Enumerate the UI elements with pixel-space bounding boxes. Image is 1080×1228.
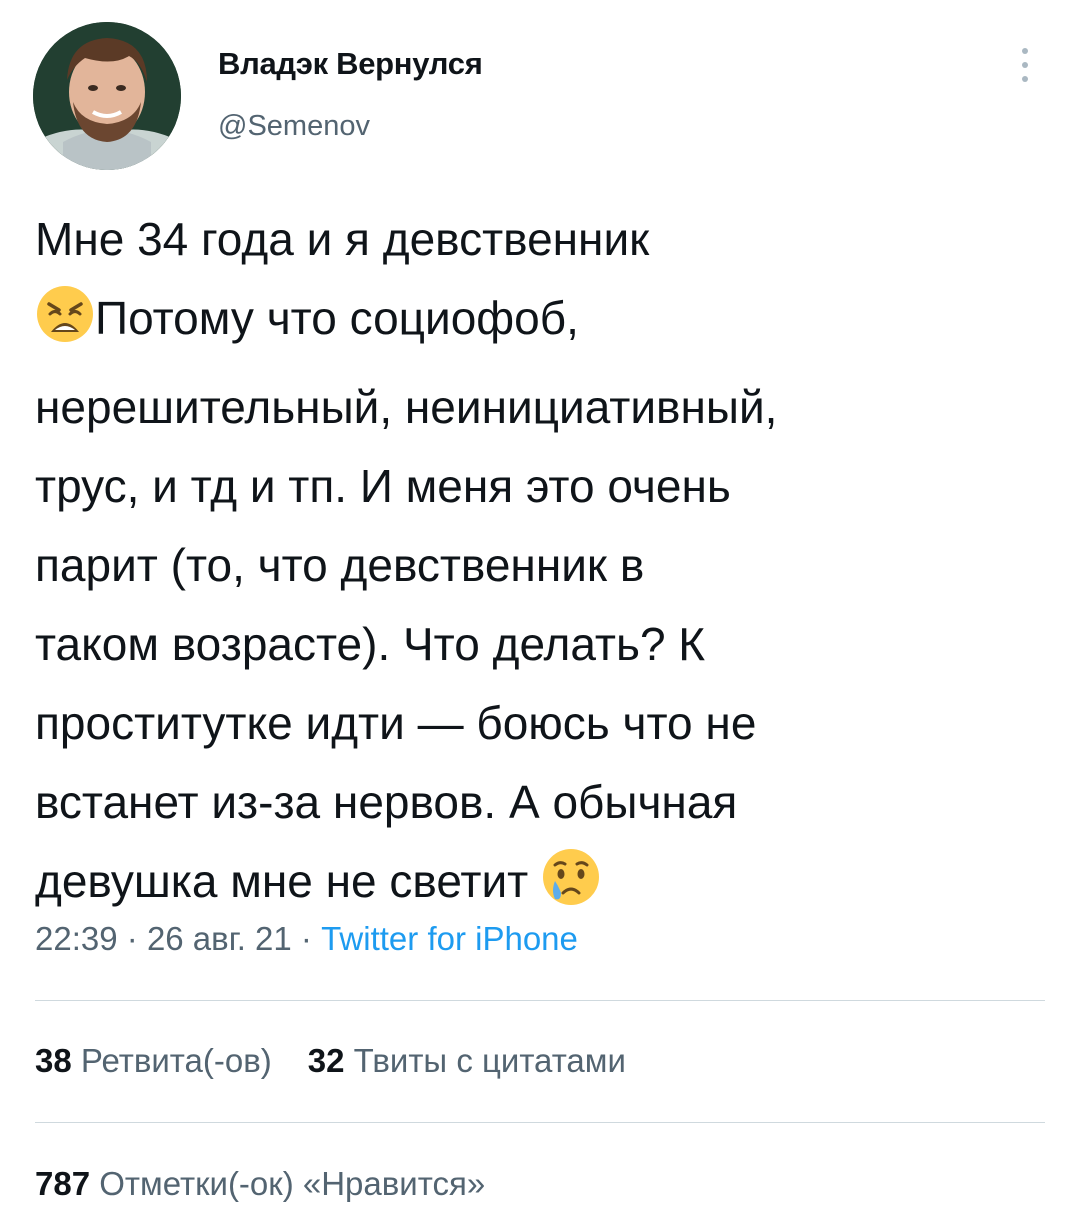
tweet-time[interactable]: 22:39	[35, 920, 118, 957]
tweet-source-link[interactable]: Twitter for iPhone	[321, 920, 578, 957]
divider	[35, 1000, 1045, 1001]
divider	[35, 1122, 1045, 1123]
tweet-line: девушка мне не светит	[35, 842, 1045, 931]
tweet-line: трус, и тд и тп. И меня это очень	[35, 460, 731, 512]
tweet-line: нерешительный, неинициативный,	[35, 381, 778, 433]
likes-stat[interactable]: 787 Отметки(-ок) «Нравится»	[35, 1165, 485, 1202]
quotes-count: 32	[307, 1042, 345, 1079]
crying-face-icon	[541, 847, 601, 931]
tweet-date[interactable]: 26 авг. 21	[147, 920, 292, 957]
retweets-stat[interactable]: 38 Ретвита(-ов)	[35, 1042, 272, 1079]
more-options-icon[interactable]	[1005, 42, 1045, 88]
tweet-line-text: девушка мне не светит	[35, 855, 529, 907]
retweets-count: 38	[35, 1042, 72, 1079]
meta-separator: ·	[126, 920, 138, 957]
tweet-line: Мне 34 года и я девственник	[35, 213, 650, 265]
tweet-line: Потому что социофоб,	[35, 279, 1045, 368]
likes-count: 787	[35, 1165, 91, 1202]
quotes-label: Твиты с цитатами	[353, 1042, 626, 1079]
tweet-line: проститутке идти — боюсь что не	[35, 697, 757, 749]
retweets-label: Ретвита(-ов)	[80, 1042, 272, 1079]
tweet-text: Мне 34 года и я девственник Потому что с…	[35, 200, 1045, 931]
tweet-line: парит (то, что девственник в	[35, 539, 645, 591]
likes-stats: 787 Отметки(-ок) «Нравится»	[35, 1165, 485, 1203]
tweet-line-text: Потому что социофоб,	[95, 292, 579, 344]
display-name[interactable]: Владэк Вернулся	[218, 46, 483, 82]
quotes-stat[interactable]: 32 Твиты с цитатами	[308, 1042, 626, 1079]
weary-face-icon	[35, 284, 95, 368]
retweet-quote-stats: 38 Ретвита(-ов) 32 Твиты с цитатами	[35, 1042, 626, 1080]
user-handle[interactable]: @Semenov	[218, 110, 370, 143]
likes-label: Отметки(-ок) «Нравится»	[99, 1165, 486, 1202]
avatar[interactable]	[33, 22, 181, 170]
tweet-meta: 22:39 · 26 авг. 21 · Twitter for iPhone	[35, 920, 578, 958]
tweet-line: таком возрасте). Что делать? К	[35, 618, 706, 670]
tweet-header: Владэк Вернулся @Semenov	[0, 0, 1080, 190]
tweet-line: встанет из-за нервов. А обычная	[35, 776, 738, 828]
meta-separator: ·	[300, 920, 312, 957]
